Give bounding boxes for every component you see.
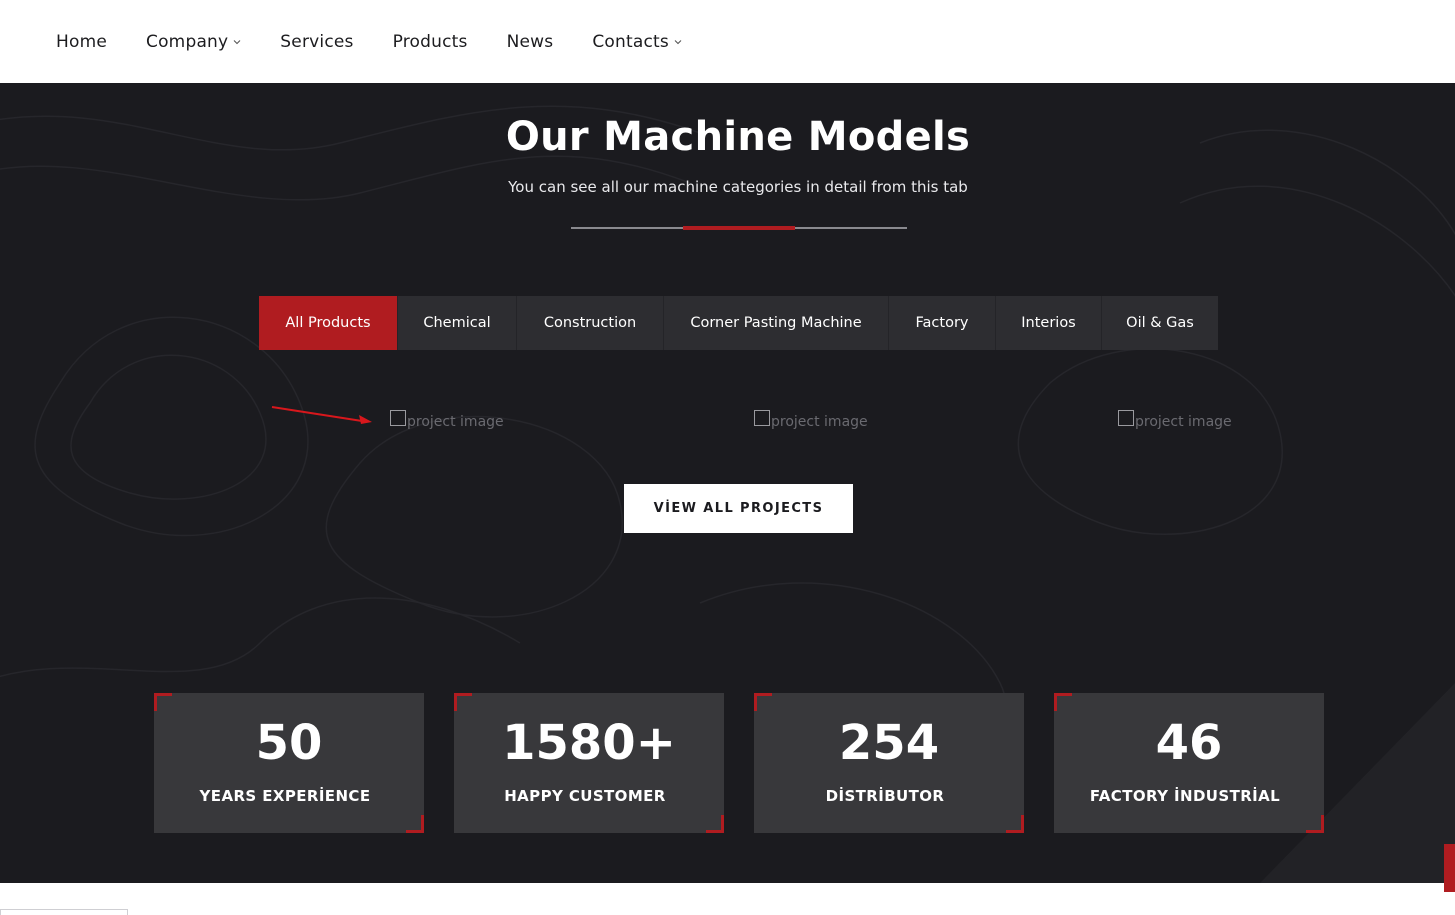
stat-label: FACTORY İNDUSTRİAL [1089, 787, 1281, 805]
red-arrow-icon [271, 406, 372, 424]
nav-company-label: Company [146, 31, 229, 52]
corner-accent [454, 693, 472, 711]
corner-accent [706, 815, 724, 833]
nav-company[interactable]: Company [146, 32, 241, 52]
corner-accent [1006, 815, 1024, 833]
tab-corner-pasting-machine[interactable]: Corner Pasting Machine [664, 296, 889, 350]
stat-value: 50 [255, 715, 323, 771]
corner-accent [1306, 815, 1324, 833]
broken-image-icon [754, 410, 770, 426]
project-image-alt: project image [407, 414, 504, 430]
nav-contacts-label: Contacts [592, 31, 669, 52]
project-card[interactable]: project image [390, 410, 504, 430]
broken-image-icon [390, 410, 406, 426]
category-tabs: All Products Chemical Construction Corne… [259, 296, 1218, 350]
stat-card: 254 DİSTRİBUTOR [754, 693, 1024, 833]
nav-news[interactable]: News [507, 32, 554, 52]
chevron-down-icon [233, 39, 241, 44]
nav-products-label: Products [392, 31, 468, 52]
stat-label: HAPPY CUSTOMER [504, 787, 666, 805]
stat-label: YEARS EXPERİENCE [199, 787, 371, 805]
tab-oil-gas[interactable]: Oil & Gas [1102, 296, 1218, 350]
nav-contacts[interactable]: Contacts [592, 32, 682, 52]
stat-card: 1580+ HAPPY CUSTOMER [454, 693, 724, 833]
tab-interios[interactable]: Interios [996, 296, 1102, 350]
nav-home-label: Home [56, 31, 108, 52]
tab-factory[interactable]: Factory [889, 296, 996, 350]
project-card[interactable]: project image [754, 410, 868, 430]
stat-card: 46 FACTORY İNDUSTRİAL [1054, 693, 1324, 833]
tab-construction[interactable]: Construction [517, 296, 664, 350]
chevron-down-icon [674, 39, 682, 44]
bottom-widget [0, 909, 128, 915]
nav-services[interactable]: Services [280, 32, 353, 52]
section-title: Our Machine Models [505, 114, 971, 160]
title-divider-accent [683, 226, 795, 230]
stat-value: 1580+ [502, 715, 676, 771]
corner-accent [754, 693, 772, 711]
corner-accent [154, 693, 172, 711]
section-subtitle: You can see all our machine categories i… [508, 178, 968, 196]
project-card[interactable]: project image [1118, 410, 1232, 430]
project-image-alt: project image [771, 414, 868, 430]
stat-card: 50 YEARS EXPERİENCE [154, 693, 424, 833]
stat-label: DİSTRİBUTOR [825, 787, 945, 805]
tab-chemical[interactable]: Chemical [398, 296, 517, 350]
view-all-projects-button[interactable]: VİEW ALL PROJECTS [624, 484, 853, 533]
side-scroll-tab[interactable] [1444, 844, 1455, 892]
machine-models-section: Our Machine Models You can see all our m… [0, 83, 1455, 883]
nav-list: Home Company Services Products News Cont… [56, 0, 721, 83]
nav-home[interactable]: Home [56, 32, 107, 52]
main-navbar: Home Company Services Products News Cont… [0, 0, 1455, 83]
stat-value: 46 [1155, 715, 1223, 771]
broken-image-icon [1118, 410, 1134, 426]
corner-accent [1054, 693, 1072, 711]
nav-services-label: Services [280, 31, 354, 52]
corner-accent [406, 815, 424, 833]
tab-all-products[interactable]: All Products [259, 296, 398, 350]
nav-products[interactable]: Products [393, 32, 468, 52]
stat-value: 254 [838, 715, 940, 771]
nav-news-label: News [506, 31, 554, 52]
project-image-alt: project image [1135, 414, 1232, 430]
